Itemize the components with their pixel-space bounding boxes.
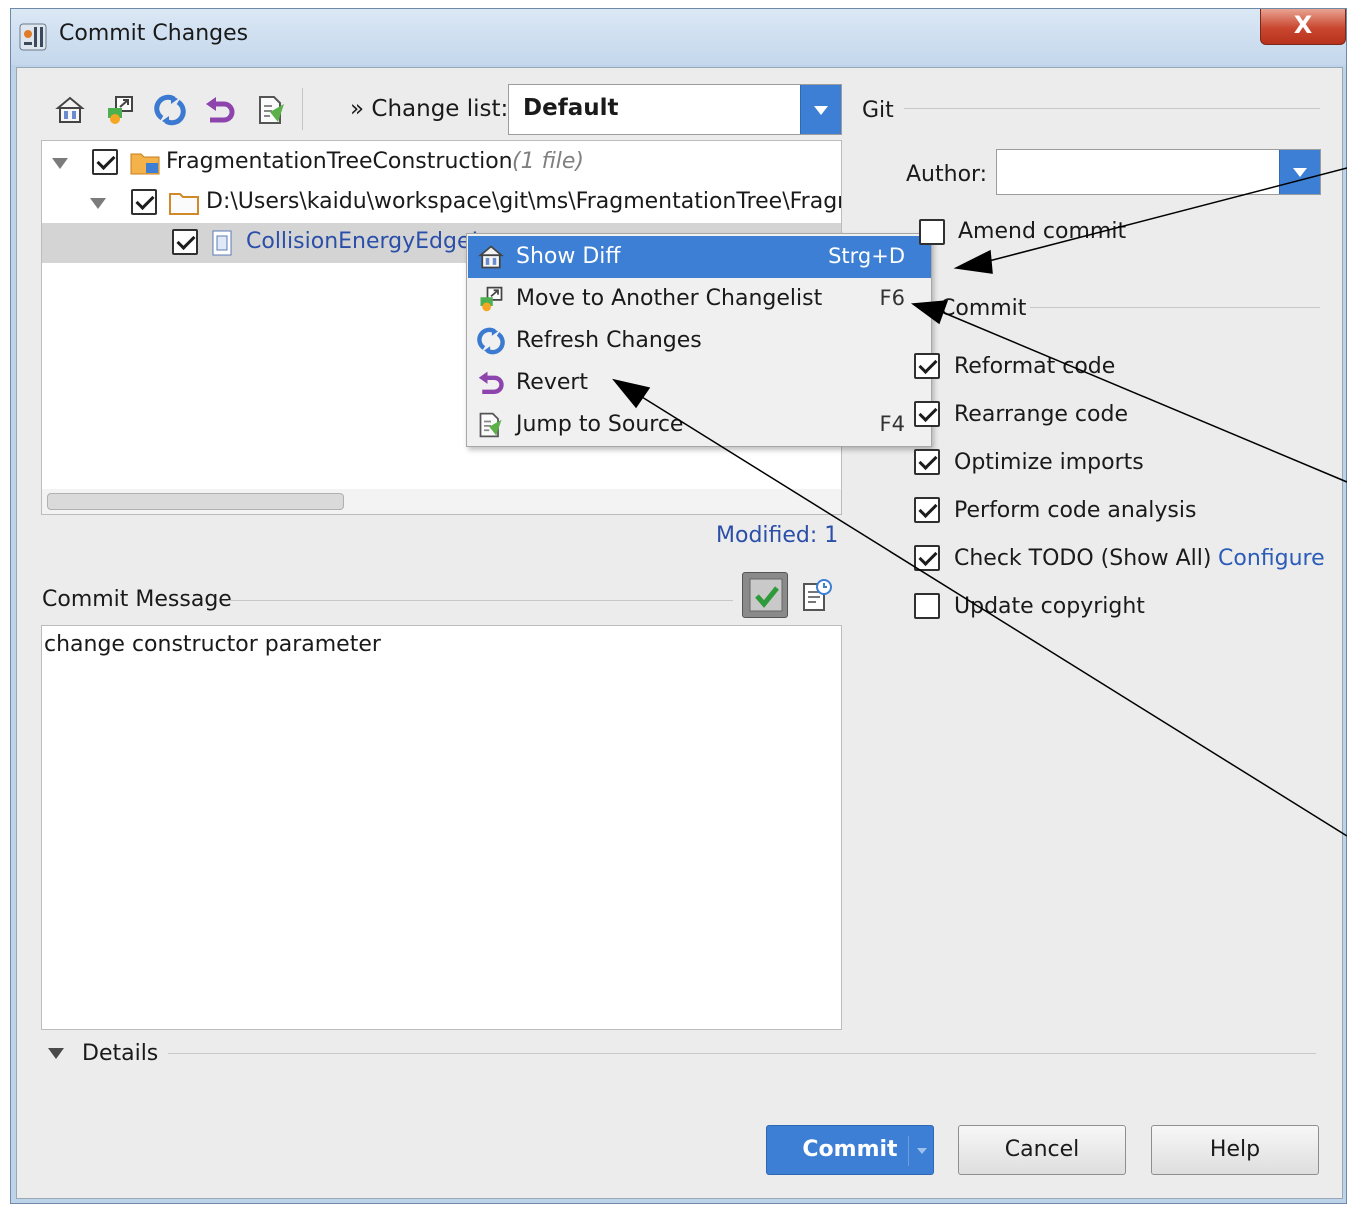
tree-root-count: (1 file): [512, 149, 585, 174]
java-file-icon: [212, 230, 232, 256]
optimize-imports-label: Optimize imports: [954, 450, 1144, 475]
commit-message-textarea[interactable]: change constructor parameter: [41, 625, 842, 1030]
changelist-selected-value: Default: [523, 95, 619, 121]
changelist-label: » Change list:: [350, 96, 509, 122]
intellij-app-icon: [19, 23, 47, 51]
jump-to-source-icon: [479, 412, 502, 438]
rearrange-code-checkbox[interactable]: [914, 401, 940, 427]
help-button[interactable]: Help: [1151, 1125, 1319, 1175]
commit-history-icon[interactable]: [802, 578, 832, 612]
reformat-code-label: Reformat code: [954, 354, 1116, 379]
show-diff-icon[interactable]: [54, 94, 86, 126]
chevron-down-icon[interactable]: [1279, 150, 1320, 194]
window-title: Commit Changes: [59, 21, 249, 46]
git-section-title: Git: [862, 98, 894, 123]
splitter-grip[interactable]: [425, 558, 457, 564]
revert-icon: [478, 371, 504, 394]
root-checkbox[interactable]: [92, 149, 118, 175]
changelist-dropdown[interactable]: Default: [508, 84, 842, 135]
amend-commit-label: Amend commit: [958, 219, 1127, 244]
spellcheck-toggle-button[interactable]: [742, 572, 788, 618]
menu-item-label: Move to Another Changelist: [516, 286, 823, 311]
scrollbar-thumb[interactable]: [47, 493, 344, 510]
menu-item-label: Show Diff: [516, 244, 621, 269]
menu-item-jump-to-source[interactable]: Jump to Source F4: [468, 404, 931, 446]
close-button[interactable]: X: [1260, 9, 1346, 45]
details-section-toggle[interactable]: Details: [82, 1041, 158, 1066]
move-changelist-icon[interactable]: [104, 94, 136, 126]
commit-button[interactable]: Commit: [766, 1125, 934, 1175]
file-checkbox[interactable]: [172, 229, 198, 255]
expand-arrow-icon[interactable]: [90, 198, 106, 209]
divider: [904, 108, 1320, 109]
folder-icon: [169, 193, 199, 215]
tree-root-label: FragmentationTreeConstruction: [166, 149, 513, 174]
author-label: Author:: [906, 162, 988, 187]
chevron-down-icon[interactable]: [917, 1148, 927, 1154]
expand-arrow-icon[interactable]: [52, 158, 68, 169]
toolbar-separator: [302, 88, 303, 130]
commit-message-text: change constructor parameter: [44, 632, 381, 657]
title-bar[interactable]: Commit Changes X: [11, 9, 1346, 65]
tree-folder-label: D:\Users\kaidu\workspace\git\ms\Fragment…: [206, 189, 842, 214]
divider: [168, 1053, 1316, 1054]
perform-code-analysis-label: Perform code analysis: [954, 498, 1197, 523]
collapse-arrow-icon[interactable]: [48, 1048, 64, 1059]
update-copyright-checkbox[interactable]: [914, 593, 940, 619]
reformat-code-checkbox[interactable]: [914, 353, 940, 379]
jump-to-source-icon[interactable]: [256, 94, 288, 126]
amend-commit-checkbox[interactable]: [919, 219, 945, 245]
commit-section-title: Commit: [940, 296, 1027, 321]
move-changelist-icon: [480, 286, 503, 312]
menu-item-move-to-changelist[interactable]: Move to Another Changelist F6: [468, 278, 931, 320]
divider: [228, 600, 733, 601]
divider: [1030, 307, 1320, 308]
commit-button-label: Commit: [802, 1137, 898, 1162]
refresh-icon[interactable]: [154, 94, 186, 126]
revert-icon[interactable]: [204, 94, 236, 126]
module-folder-icon: [130, 153, 160, 175]
refresh-icon: [477, 327, 505, 355]
menu-item-shortcut: Strg+D: [828, 244, 905, 268]
update-copyright-label: Update copyright: [954, 594, 1145, 619]
check-todo-checkbox[interactable]: [914, 545, 940, 571]
tree-file-label: CollisionEnergyEdge!: [246, 229, 480, 254]
menu-item-shortcut: F6: [879, 286, 905, 310]
author-dropdown[interactable]: [996, 149, 1321, 195]
rearrange-code-label: Rearrange code: [954, 402, 1128, 427]
show-diff-icon: [478, 245, 504, 269]
context-menu: Show Diff Strg+D Move to Another Changel…: [466, 233, 932, 447]
spellcheck-icon: [749, 578, 783, 612]
configure-link[interactable]: Configure: [1218, 546, 1325, 571]
optimize-imports-checkbox[interactable]: [914, 449, 940, 475]
menu-item-refresh-changes[interactable]: Refresh Changes: [468, 320, 931, 362]
tree-horizontal-scrollbar[interactable]: [42, 489, 841, 514]
divider: [908, 1136, 909, 1166]
menu-item-revert[interactable]: Revert: [468, 362, 931, 404]
modified-count: Modified: 1: [716, 523, 839, 548]
chevron-down-icon[interactable]: [800, 85, 841, 134]
check-todo-label: Check TODO (Show All): [954, 546, 1212, 571]
commit-message-label: Commit Message: [42, 587, 232, 612]
menu-item-label: Revert: [516, 370, 589, 395]
cancel-button[interactable]: Cancel: [958, 1125, 1126, 1175]
menu-item-show-diff[interactable]: Show Diff Strg+D: [468, 236, 931, 278]
menu-item-label: Refresh Changes: [516, 328, 702, 353]
menu-item-shortcut: F4: [879, 412, 905, 436]
menu-item-label: Jump to Source: [516, 412, 684, 437]
folder-checkbox[interactable]: [131, 189, 157, 215]
perform-code-analysis-checkbox[interactable]: [914, 497, 940, 523]
